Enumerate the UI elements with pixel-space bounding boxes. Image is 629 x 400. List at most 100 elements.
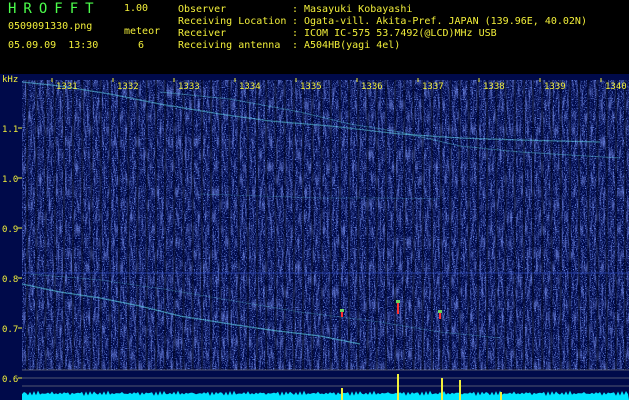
location-label: Receiving Location	[178, 16, 287, 27]
column-gap	[118, 80, 121, 370]
frequency-tick-label: 0.9	[2, 225, 18, 235]
info-separator: :	[292, 16, 299, 27]
info-separator: :	[292, 40, 299, 51]
column-gap	[375, 80, 378, 370]
column-gap	[265, 80, 268, 370]
column-gap	[210, 80, 213, 370]
column-gap	[504, 80, 507, 370]
meteor-echo	[397, 303, 399, 314]
frequency-tick-label: 0.6	[2, 375, 18, 385]
signal-level-spike	[397, 374, 399, 400]
column-gap	[467, 80, 470, 370]
column-gap	[550, 80, 553, 370]
column-gap	[541, 80, 544, 370]
header-panel: HROFFT 1.00 0509091330.png 05.09.09 13:3…	[0, 0, 629, 74]
spectrogram: kHz 1.1 1.0 0.9 0.8 0.7 0.6 1331 1332 1333 1334 1…	[0, 74, 629, 400]
time-tick-label: 1336	[361, 82, 383, 92]
column-gap	[53, 80, 56, 370]
observer-label: Observer	[178, 4, 227, 15]
frequency-tick-label: 1.1	[2, 125, 18, 135]
signal-level-spike	[441, 378, 443, 400]
column-gap	[164, 80, 167, 370]
column-gap	[338, 80, 341, 370]
file-name: 0509091330.png	[8, 21, 93, 32]
time-tick-label: 1334	[239, 82, 261, 92]
column-gap	[219, 80, 222, 370]
meteor-echo	[439, 313, 441, 319]
time-tick-label: 1338	[483, 82, 505, 92]
column-gap	[449, 80, 452, 370]
meteor-echo-glow	[396, 300, 400, 303]
time-tick-label: 1332	[117, 82, 139, 92]
column-gap	[44, 80, 47, 370]
column-gap	[26, 80, 29, 370]
meteor-count-value: 6	[138, 40, 145, 51]
column-gap	[366, 80, 369, 370]
column-gap	[458, 80, 461, 370]
info-separator: :	[292, 28, 299, 39]
column-gap	[320, 80, 323, 370]
column-gap	[522, 80, 525, 370]
time-tick-label: 1340	[605, 82, 627, 92]
column-gap	[329, 80, 332, 370]
column-gap	[182, 80, 185, 370]
column-gap	[81, 80, 84, 370]
column-gap	[394, 80, 397, 370]
receiver-label: Receiver	[178, 28, 227, 39]
column-gap	[173, 80, 176, 370]
frequency-tick-label: 0.7	[2, 325, 18, 335]
time-tick-label: 1339	[544, 82, 566, 92]
signal-level-spike	[341, 388, 343, 400]
column-gap	[605, 80, 608, 370]
column-gap	[35, 80, 38, 370]
column-gap	[200, 80, 203, 370]
column-gap	[430, 80, 433, 370]
column-gap	[587, 80, 590, 370]
frequency-tick-label: 0.8	[2, 275, 18, 285]
column-gap	[237, 80, 240, 370]
location-value: Ogata-vill. Akita-Pref. JAPAN (139.96E, …	[304, 16, 587, 27]
column-gap	[191, 80, 194, 370]
column-gap	[228, 80, 231, 370]
frequency-unit-label: kHz	[2, 75, 18, 85]
meteor-count-label: meteor	[124, 26, 161, 37]
column-gap	[412, 80, 415, 370]
column-gap	[136, 80, 139, 370]
column-gap	[614, 80, 617, 370]
column-gap	[127, 80, 130, 370]
signal-level-spike	[459, 380, 461, 400]
column-gap	[357, 80, 360, 370]
column-gap	[283, 80, 286, 370]
column-gap	[568, 80, 571, 370]
time-tick-label: 1333	[178, 82, 200, 92]
column-gap	[99, 80, 102, 370]
column-gap	[274, 80, 277, 370]
antenna-label: Receiving antenna	[178, 40, 281, 51]
column-gap	[108, 80, 111, 370]
column-gap	[72, 80, 75, 370]
column-gap	[476, 80, 479, 370]
column-gap	[256, 80, 259, 370]
app-version: 1.00	[124, 3, 149, 14]
column-gap	[486, 80, 489, 370]
noise-speckle-layer	[22, 80, 629, 370]
column-gap	[578, 80, 581, 370]
column-gap	[384, 80, 387, 370]
column-gap	[154, 80, 157, 370]
antenna-value: A504HB(yagi 4el)	[304, 40, 401, 51]
column-gap	[624, 80, 627, 370]
observer-value: Masayuki Kobayashi	[304, 4, 413, 15]
column-gap	[559, 80, 562, 370]
meteor-echo	[341, 312, 343, 317]
column-gap	[311, 80, 314, 370]
receiver-value: ICOM IC-575 53.7492(@LCD)MHz USB	[304, 28, 497, 39]
column-gap	[495, 80, 498, 370]
app-brand: HROFFT	[8, 1, 101, 17]
time-tick-label: 1335	[300, 82, 322, 92]
column-gap	[145, 80, 148, 370]
column-gap	[532, 80, 535, 370]
observation-datetime: 05.09.09 13:30	[8, 40, 99, 51]
meteor-echo-glow	[340, 309, 344, 312]
info-separator: :	[292, 4, 299, 15]
column-gap	[90, 80, 93, 370]
